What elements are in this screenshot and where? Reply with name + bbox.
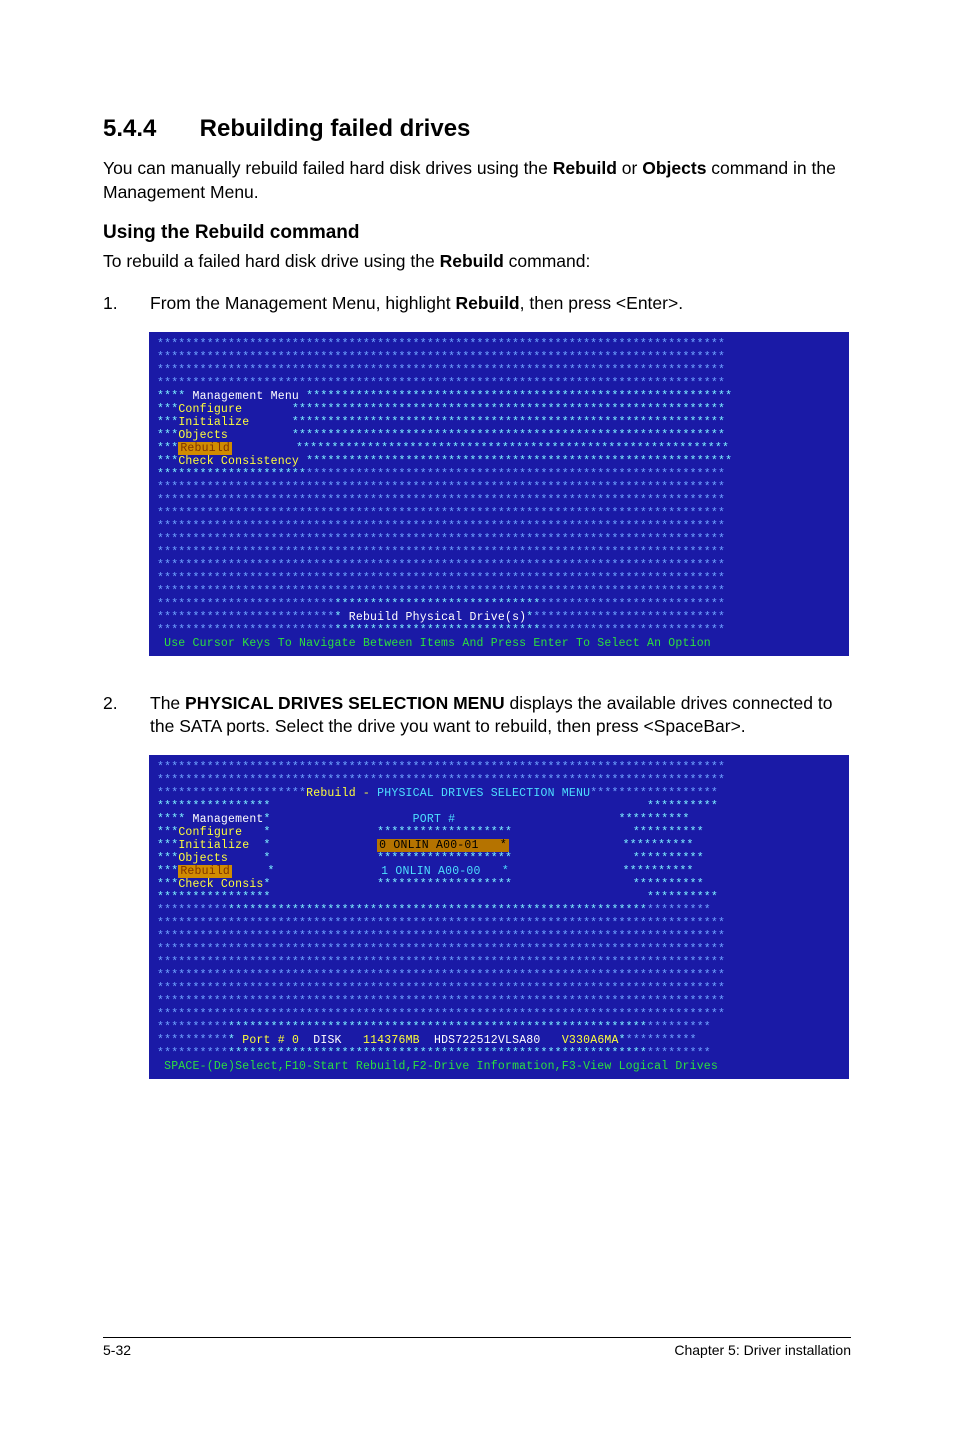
terminal-screenshot-2: ****************************************… [149,755,849,1079]
term2-port-header: PORT # [413,813,456,826]
term1-item-check: Check Consistency [178,455,299,468]
footer-page-number: 5-32 [103,1342,131,1358]
step-1-bold: Rebuild [455,293,519,313]
term2-item-configure: Configure [178,826,242,839]
term2-item-objects: Objects [178,852,228,865]
term1-banner: Rebuild Physical Drive(s) [349,611,527,624]
intro-bold-rebuild: Rebuild [553,158,617,178]
term1-item-objects: Objects [178,429,228,442]
term2-drive-size: 114376MB [363,1034,420,1047]
step-1-text: From the Management Menu, highlight Rebu… [150,292,851,316]
step-2-text: The PHYSICAL DRIVES SELECTION MENU displ… [150,692,851,739]
section-title: Rebuilding failed drives [200,115,471,142]
term1-item-configure: Configure [178,403,242,416]
page-footer: 5-32 Chapter 5: Driver installation [103,1337,851,1358]
section-heading: 5.4.4 Rebuilding failed drives [103,115,851,143]
sub-bold-rebuild: Rebuild [440,251,504,271]
term2-item-rebuild: Rebuild [178,865,232,878]
term2-item-check: Check Consis [178,878,263,891]
step-1: 1. From the Management Menu, highlight R… [103,292,851,316]
term2-menu-title: Management [193,813,264,826]
term2-drive-port: Port # 0 [242,1034,299,1047]
term1-item-rebuild: Rebuild [178,442,232,455]
section-number: 5.4.4 [103,115,193,143]
intro-bold-objects: Objects [642,158,706,178]
step-2-number: 2. [103,692,150,739]
term2-statusbar: SPACE-(De)Select,F10-Start Rebuild,F2-Dr… [164,1060,718,1073]
term1-item-initialize: Initialize [178,416,249,429]
term1-statusbar: Use Cursor Keys To Navigate Between Item… [164,637,711,650]
step-1-number: 1. [103,292,150,316]
step-2-bold: PHYSICAL DRIVES SELECTION MENU [185,693,505,713]
term2-title-prefix: Rebuild - [306,787,377,800]
term2-drive-model: HDS722512VLSA80 [434,1034,541,1047]
intro-paragraph: You can manually rebuild failed hard dis… [103,157,851,204]
term2-drive-serial: V330A6MA [562,1034,619,1047]
step-2: 2. The PHYSICAL DRIVES SELECTION MENU di… [103,692,851,739]
term1-menu-title: Management Menu [193,390,300,403]
terminal-screenshot-1: ****************************************… [149,332,849,656]
sub-paragraph: To rebuild a failed hard disk drive usin… [103,250,851,274]
term2-title-main: PHYSICAL DRIVES SELECTION MENU [377,787,590,800]
footer-chapter: Chapter 5: Driver installation [674,1342,851,1358]
term2-drive-type: DISK [313,1034,341,1047]
term2-item-initialize: Initialize [178,839,249,852]
sub-heading: Using the Rebuild command [103,222,851,244]
